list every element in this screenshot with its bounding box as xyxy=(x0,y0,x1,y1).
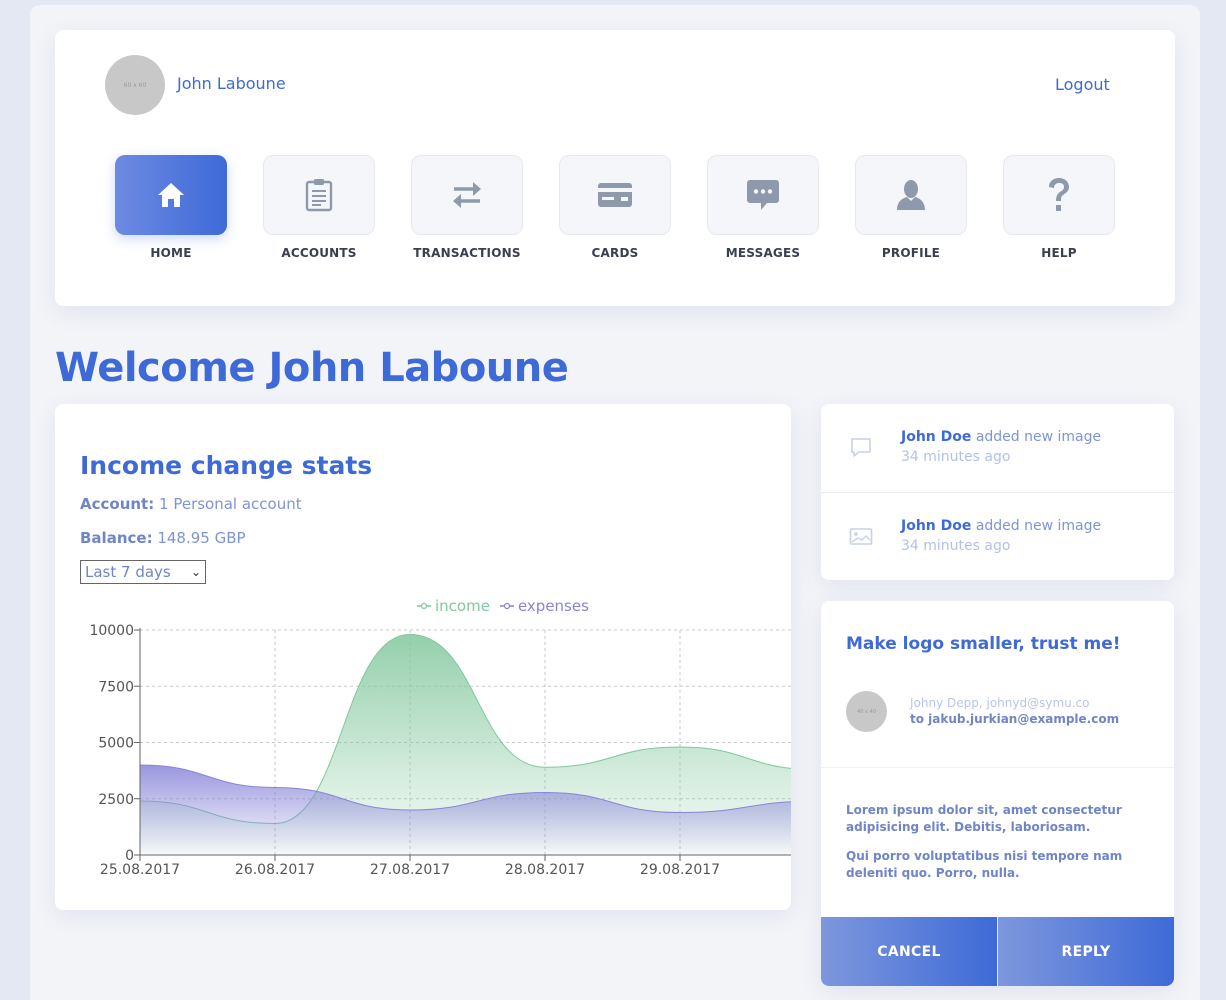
account-label: Account: xyxy=(80,495,155,513)
message-paragraph: Qui porro voluptatibus nisi tempore nam … xyxy=(846,849,1123,880)
x-tick-label: 25.08.2017 xyxy=(100,862,180,878)
avatar-placeholder-text: 40 x 40 xyxy=(857,708,876,715)
chart-legend: income expenses xyxy=(417,597,589,615)
nav-accounts[interactable]: ACCOUNTS xyxy=(263,155,375,260)
period-select[interactable]: Last 7 days ⌄ xyxy=(80,560,206,584)
chat-icon xyxy=(747,180,779,210)
avatar[interactable]: 60 x 60 xyxy=(105,55,165,115)
transfer-icon xyxy=(453,182,481,208)
nav-tile[interactable] xyxy=(263,155,375,235)
image-icon xyxy=(849,528,873,545)
message-recipient: to jakub.jurkian@example.com xyxy=(910,712,1120,726)
user-name-link[interactable]: John Laboune xyxy=(177,74,286,93)
balance-label: Balance: xyxy=(80,529,153,547)
legend-label: income xyxy=(435,597,490,615)
y-tick-label: 10000 xyxy=(89,623,134,639)
nav-cards[interactable]: CARDS xyxy=(559,155,671,260)
message-actions: CANCEL REPLY xyxy=(821,917,1174,986)
comment-icon xyxy=(851,438,871,457)
message-subject: Make logo smaller, trust me! xyxy=(846,634,1121,654)
account-line: Account: 1 Personal account xyxy=(80,495,302,513)
feed-item[interactable]: John Doe added new image 34 minutes ago xyxy=(821,404,1174,492)
user-icon xyxy=(897,180,925,210)
legend-marker-icon xyxy=(499,602,514,610)
nav-label: ACCOUNTS xyxy=(281,246,357,260)
message-card: Make logo smaller, trust me! 40 x 40 Joh… xyxy=(821,601,1174,986)
feed-item[interactable]: John Doe added new image 34 minutes ago xyxy=(821,492,1174,580)
sender-avatar: 40 x 40 xyxy=(846,691,887,732)
clipboard-icon xyxy=(305,179,333,212)
x-tick-label: 29.08.2017 xyxy=(640,862,720,878)
logout-link[interactable]: Logout xyxy=(1055,75,1110,94)
y-tick-label: 7500 xyxy=(98,679,134,695)
feed-action: added new image xyxy=(975,518,1102,534)
nav-label: TRANSACTIONS xyxy=(413,246,521,260)
chart-series xyxy=(139,633,791,855)
home-icon xyxy=(158,183,184,207)
income-stats-card: Income change stats Account: 1 Personal … xyxy=(55,404,791,910)
nav-tile[interactable] xyxy=(411,155,523,235)
period-selected-value: Last 7 days xyxy=(85,563,171,581)
nav-profile[interactable]: PROFILE xyxy=(855,155,967,260)
card-icon xyxy=(598,183,632,207)
feed-text: John Doe added new image xyxy=(901,429,1101,445)
nav-home[interactable]: HOME xyxy=(115,155,227,260)
feed-action: added new image xyxy=(975,429,1102,445)
divider xyxy=(821,767,1174,768)
feed-user-name[interactable]: John Doe xyxy=(901,518,971,534)
feed-user-name[interactable]: John Doe xyxy=(901,429,971,445)
nav-messages[interactable]: MESSAGES xyxy=(707,155,819,260)
legend-item-expenses[interactable]: expenses xyxy=(499,597,589,615)
message-sender: Johny Depp, johnyd@symu.co xyxy=(910,696,1090,710)
income-area-chart: 02500500075001000025.08.2017 26.08.2017 27… xyxy=(89,623,791,878)
legend-label: expenses xyxy=(517,597,589,615)
activity-feed: John Doe added new image 34 minutes ago … xyxy=(821,404,1174,580)
nav-label: CARDS xyxy=(591,246,639,260)
stats-title: Income change stats xyxy=(80,451,373,480)
nav-label: HOME xyxy=(150,246,192,260)
nav-help[interactable]: HELP xyxy=(1003,155,1115,260)
x-tick-label: 27.08.2017 xyxy=(370,862,450,878)
feed-text: John Doe added new image xyxy=(901,518,1101,534)
legend-marker-icon xyxy=(417,602,431,610)
page-title: Welcome John Laboune xyxy=(55,345,569,391)
help-icon xyxy=(1049,178,1069,211)
chevron-down-icon: ⌄ xyxy=(190,565,201,579)
nav-tile[interactable] xyxy=(707,155,819,235)
nav-label: PROFILE xyxy=(881,246,941,260)
nav-tile[interactable] xyxy=(855,155,967,235)
balance-line: Balance: 148.95 GBP xyxy=(80,529,246,547)
legend-item-income[interactable]: income xyxy=(417,597,490,615)
x-tick-label: 26.08.2017 xyxy=(235,862,315,878)
account-value: 1 Personal account xyxy=(159,495,302,513)
nav-tile[interactable] xyxy=(1003,155,1115,235)
nav-label: MESSAGES xyxy=(725,246,801,260)
y-tick-label: 5000 xyxy=(98,736,134,752)
nav-tile[interactable] xyxy=(115,155,227,235)
balance-value: 148.95 GBP xyxy=(157,529,246,547)
avatar-placeholder-text: 60 x 60 xyxy=(123,81,147,89)
reply-button[interactable]: REPLY xyxy=(997,917,1174,986)
header-card: 60 x 60 John Laboune Logout HOME ACCOUNT… xyxy=(55,30,1175,306)
nav-label: HELP xyxy=(1041,246,1077,260)
y-tick-label: 2500 xyxy=(98,792,134,808)
message-paragraph: Lorem ipsum dolor sit, amet consectetur … xyxy=(846,803,1122,834)
nav-transactions[interactable]: TRANSACTIONS xyxy=(411,155,523,260)
feed-time: 34 minutes ago xyxy=(901,449,1011,465)
cancel-button[interactable]: CANCEL xyxy=(821,917,997,986)
x-tick-label: 28.08.2017 xyxy=(505,862,585,878)
feed-time: 34 minutes ago xyxy=(901,538,1011,554)
nav-tile[interactable] xyxy=(559,155,671,235)
